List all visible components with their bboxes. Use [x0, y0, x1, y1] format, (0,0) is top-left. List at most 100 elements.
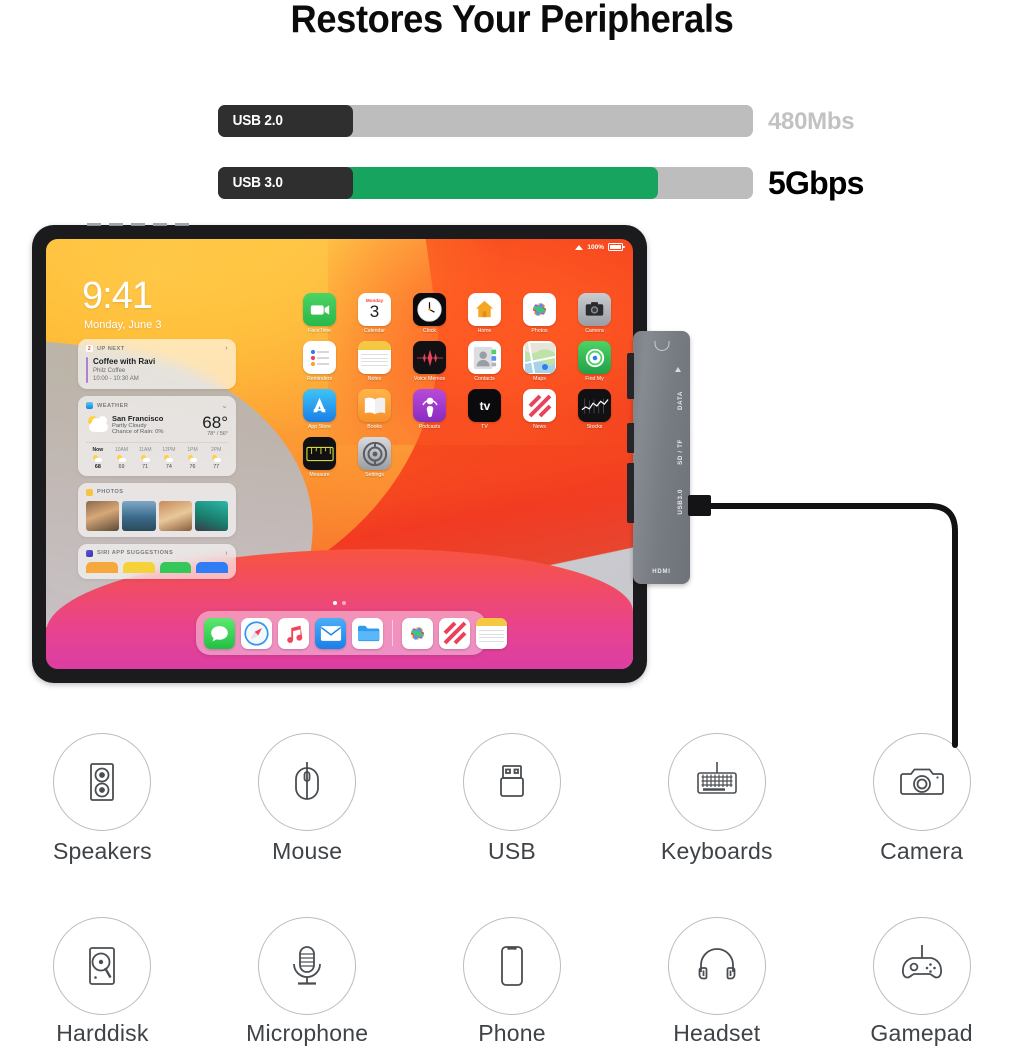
weather-title: WEATHER [97, 402, 129, 409]
weather-rain: Chance of Rain: 0% [112, 428, 164, 435]
dock-icon-files[interactable] [352, 617, 383, 649]
hub-port-slot[interactable] [627, 463, 634, 523]
weather-hour: 1PM 76 [181, 447, 205, 470]
hub-port-slot[interactable] [627, 353, 634, 399]
app-icon-maps[interactable]: Maps [512, 341, 567, 382]
app-icon-photos[interactable]: Photos [512, 293, 567, 334]
weather-hour: 10AM 69 [110, 447, 134, 470]
app-label: Clock [423, 328, 436, 334]
photo-thumbnail[interactable] [194, 500, 228, 531]
app-icon-books[interactable]: Books [347, 389, 402, 430]
dock-icon-photos[interactable] [402, 617, 433, 649]
siri-suggestions-widget[interactable]: SIRI APP SUGGESTIONS › [78, 543, 236, 579]
weather-hour-icon [140, 454, 150, 462]
books-icon[interactable] [358, 389, 391, 422]
dock-icon-safari[interactable] [241, 617, 272, 649]
peripheral-usb[interactable]: USB [410, 733, 615, 865]
siri-suggestion[interactable] [159, 561, 192, 573]
app-store-icon[interactable] [303, 389, 336, 422]
app-icon-tv[interactable]: tv TV [457, 389, 512, 430]
clock-icon[interactable] [413, 293, 446, 326]
photo-thumbnail[interactable] [86, 500, 120, 531]
chevron-right-icon[interactable]: › [225, 345, 228, 352]
photos-header: PHOTOS [86, 488, 228, 496]
app-icon-podcasts[interactable]: Podcasts [402, 389, 457, 430]
calendar-icon[interactable]: Monday 3 [358, 293, 391, 326]
app-icon-notes[interactable]: Notes [347, 341, 402, 382]
weather-hour-temp: 76 [189, 463, 196, 470]
siri-suggestion[interactable] [86, 561, 118, 573]
tablet-antenna-line [87, 223, 197, 226]
maps-icon[interactable] [523, 341, 556, 374]
dock-icon-music[interactable] [278, 617, 309, 649]
measure-icon[interactable] [303, 437, 336, 470]
find-my-icon[interactable] [578, 341, 611, 374]
peripheral-mouse[interactable]: Mouse [205, 733, 410, 865]
weather-hour: 11AM 71 [133, 447, 157, 470]
usb-cable-plug [688, 495, 711, 516]
stocks-icon[interactable] [578, 389, 611, 422]
peripheral-keyboards[interactable]: Keyboards [614, 733, 819, 865]
weather-header: WEATHER ⌄ [86, 402, 228, 410]
chevron-down-icon[interactable]: ⌄ [222, 402, 228, 410]
lockscreen-date: Monday, June 3 [84, 319, 162, 331]
app-icon-contacts[interactable]: Contacts [457, 341, 512, 382]
page-dot[interactable] [342, 601, 346, 605]
usb-symbol-icon [654, 341, 669, 351]
usb-arrow-icon [675, 367, 681, 372]
peripheral-phone[interactable]: Phone [410, 917, 615, 1047]
reminders-icon[interactable] [303, 341, 336, 374]
camera-icon[interactable] [578, 293, 611, 326]
app-icon-reminders[interactable]: Reminders [292, 341, 347, 382]
tv-icon[interactable]: tv [468, 389, 501, 422]
dock-icon-mail[interactable] [315, 617, 346, 649]
hub-port-slot[interactable] [627, 423, 634, 453]
app-icon-clock[interactable]: Clock [402, 293, 457, 334]
weather-widget[interactable]: WEATHER ⌄ San Francisco Partly Cloudy Ch… [78, 395, 236, 476]
harddisk-icon [53, 917, 152, 1015]
mouse-icon [258, 733, 357, 831]
photo-thumbnail[interactable] [158, 500, 192, 531]
app-icon-app-store[interactable]: App Store [292, 389, 347, 430]
peripheral-microphone[interactable]: Microphone [205, 917, 410, 1047]
peripheral-headset[interactable]: Headset [614, 917, 819, 1047]
contacts-icon[interactable] [468, 341, 501, 374]
siri-suggestion[interactable] [196, 561, 228, 573]
podcasts-icon[interactable] [413, 389, 446, 422]
app-icon-home[interactable]: Home [457, 293, 512, 334]
siri-suggestion[interactable] [122, 561, 155, 573]
weather-hour-temp: 77 [213, 463, 220, 470]
peripheral-gamepad[interactable]: Gamepad [819, 917, 1024, 1047]
photo-thumbnail[interactable] [122, 500, 156, 531]
settings-icon[interactable] [358, 437, 391, 470]
app-icon-measure[interactable]: Measure [292, 437, 347, 478]
app-icon-stocks[interactable]: Stocks [567, 389, 622, 430]
page-title: Restores Your Peripherals [290, 0, 734, 41]
chevron-right-icon[interactable]: › [225, 550, 228, 557]
notes-icon[interactable] [358, 341, 391, 374]
dock-icon-messages[interactable] [204, 617, 235, 649]
home-icon[interactable] [468, 293, 501, 326]
app-icon-calendar[interactable]: Monday 3 Calendar [347, 293, 402, 334]
product-infographic: Restores Your Peripherals USB 2.0 480Mbs… [0, 0, 1024, 1046]
peripheral-speakers[interactable]: Speakers [0, 733, 205, 865]
app-icon-camera[interactable]: Camera [567, 293, 622, 334]
voice-memos-icon[interactable] [413, 341, 446, 374]
peripheral-label: USB [488, 838, 536, 864]
app-icon-find-my[interactable]: Find My [567, 341, 622, 382]
facetime-icon[interactable] [303, 293, 336, 326]
dock-icon-news[interactable] [439, 617, 470, 649]
up-next-widget[interactable]: 2 UP NEXT › Coffee with Ravi Philz Coffe… [78, 339, 236, 389]
news-icon[interactable] [523, 389, 556, 422]
peripheral-harddisk[interactable]: Harddisk [0, 917, 205, 1047]
dock-icon-notes[interactable] [476, 617, 507, 649]
photos-icon[interactable] [523, 293, 556, 326]
app-icon-news[interactable]: News [512, 389, 567, 430]
page-dot-active[interactable] [333, 601, 337, 605]
peripheral-camera[interactable]: Camera [819, 733, 1024, 865]
app-icon-voice-memos[interactable]: Voice Memos [402, 341, 457, 382]
app-icon-settings[interactable]: Settings [347, 437, 402, 478]
hub-port-label-hdmi: HDMI [652, 569, 671, 575]
app-icon-facetime[interactable]: FaceTime [292, 293, 347, 334]
photos-widget[interactable]: PHOTOS [78, 482, 236, 537]
